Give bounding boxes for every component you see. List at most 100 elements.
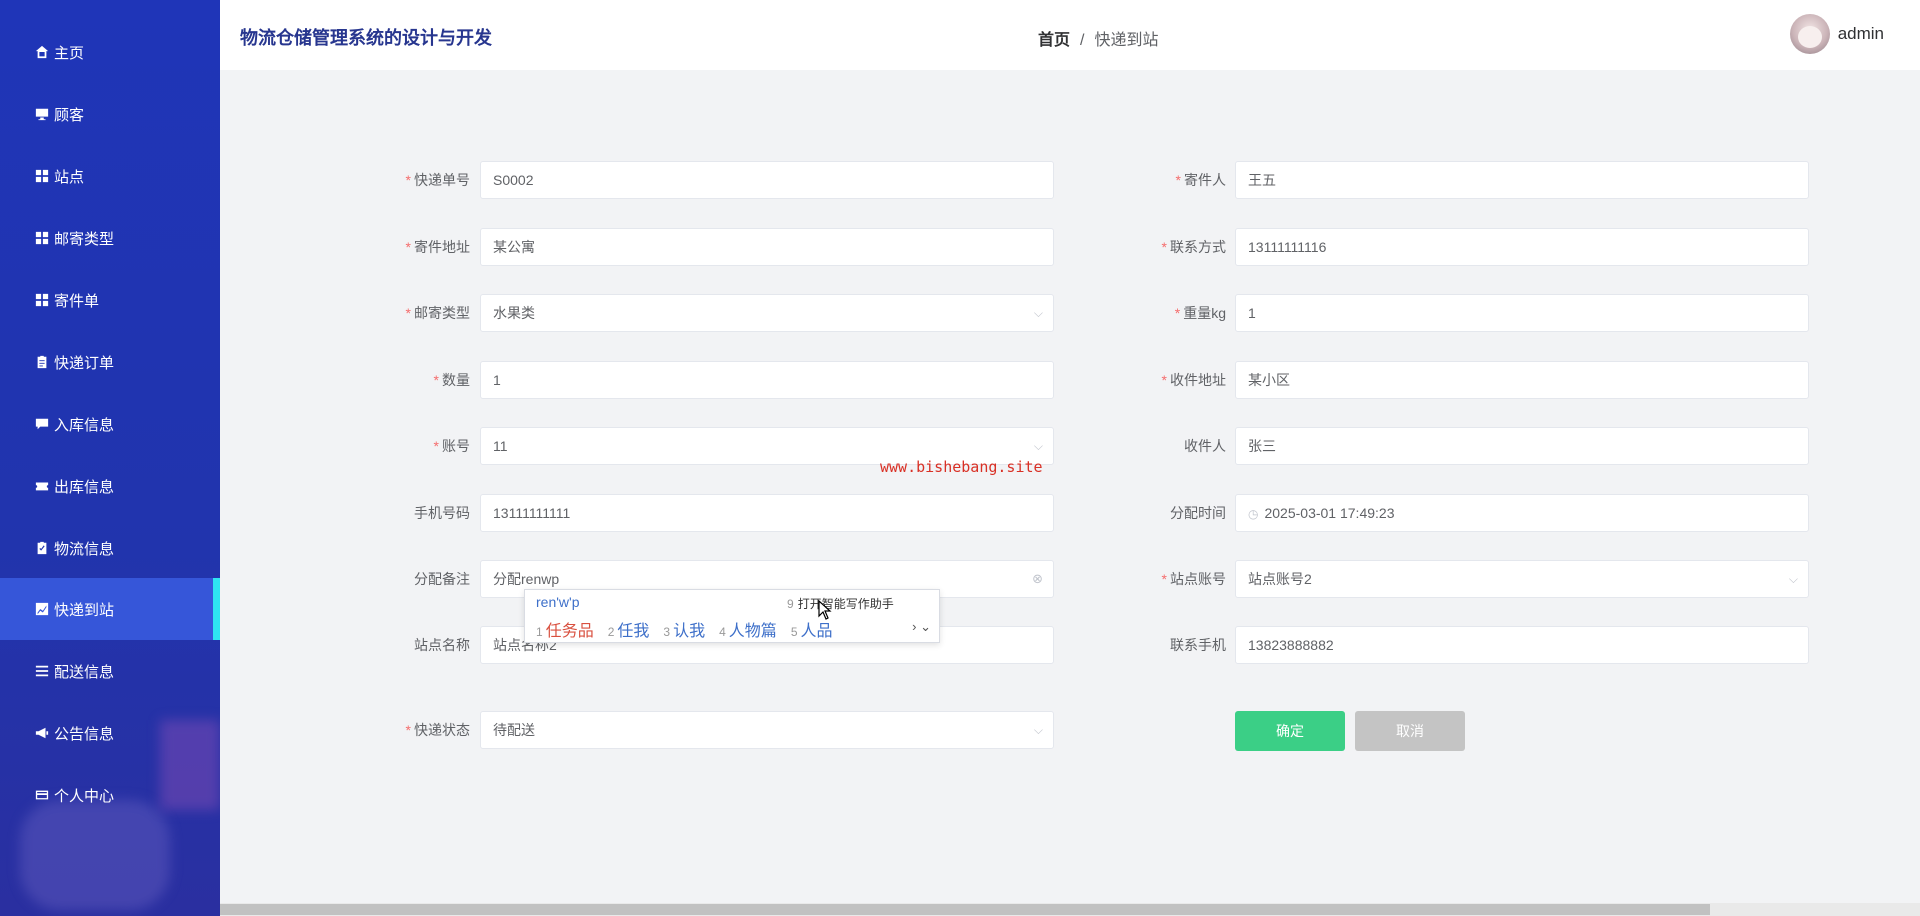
monitor-icon — [34, 106, 50, 122]
breadcrumb-home[interactable]: 首页 — [1038, 32, 1070, 49]
watermark: www.bishebang.site — [880, 458, 1043, 476]
sender-input[interactable]: 王五 — [1235, 161, 1809, 199]
weight-input[interactable]: 1 — [1235, 294, 1809, 332]
megaphone-icon — [34, 725, 50, 741]
required-mark: * — [405, 722, 411, 738]
sidebar-item-home[interactable]: 主页 — [0, 21, 220, 83]
ime-candidate[interactable]: 4 人物篇 — [719, 617, 777, 641]
confirm-button[interactable]: 确定 — [1235, 711, 1345, 751]
cancel-button[interactable]: 取消 — [1355, 711, 1465, 751]
phone-input[interactable]: 13111111111 — [480, 494, 1054, 532]
tracking-no-label: * 快递单号 — [405, 172, 470, 188]
mail-type-select[interactable]: 水果类 ⌵ — [480, 294, 1054, 332]
app-title: 物流仓储管理系统的设计与开发 — [240, 28, 492, 48]
required-mark: * — [1175, 172, 1181, 188]
sidebar: 主页 顾客 站点 邮寄类型 寄件单 快递订单 入库信息 出库信息 物流信息 快递… — [0, 0, 220, 916]
sidebar-item-notices[interactable]: 公告信息 — [0, 702, 220, 764]
sidebar-item-mail-types[interactable]: 邮寄类型 — [0, 207, 220, 269]
sidebar-item-profile[interactable]: 个人中心 — [0, 764, 220, 826]
required-mark: * — [405, 305, 411, 321]
weight-label: * 重量kg — [1174, 305, 1226, 321]
sidebar-item-label: 物流信息 — [54, 540, 115, 558]
sidebar-item-logistics[interactable]: 物流信息 — [0, 517, 220, 579]
sidebar-item-delivery[interactable]: 配送信息 — [0, 640, 220, 702]
card-icon — [34, 787, 50, 803]
breadcrumb: 首页 / 快递到站 — [1038, 26, 1158, 50]
sidebar-item-label: 配送信息 — [54, 663, 115, 681]
station-phone-label: 联系手机 — [1170, 637, 1226, 653]
horizontal-scrollbar[interactable] — [220, 903, 1920, 916]
station-account-select[interactable]: 站点账号2 ⌵ — [1235, 560, 1809, 598]
sidebar-item-inbound[interactable]: 入库信息 — [0, 393, 220, 455]
sidebar-item-orders[interactable]: 快递订单 — [0, 331, 220, 393]
grid-icon — [34, 292, 50, 308]
station-account-value: 站点账号2 — [1248, 571, 1312, 587]
required-mark: * — [1174, 305, 1181, 321]
grid-icon — [34, 230, 50, 246]
assign-note-value: 分配renwp — [493, 571, 560, 587]
avatar[interactable] — [1789, 14, 1830, 54]
clear-icon[interactable]: ⊗ — [1032, 561, 1043, 597]
required-mark: * — [405, 239, 411, 255]
chart-icon — [34, 601, 50, 617]
station-phone-input[interactable]: 13823888882 — [1235, 626, 1809, 664]
contact-label: * 联系方式 — [1161, 239, 1226, 255]
assign-time-picker[interactable]: ◷ 2025-03-01 17:49:23 — [1235, 494, 1809, 532]
sender-label: * 寄件人 — [1175, 172, 1226, 188]
chat-icon — [34, 416, 50, 432]
sidebar-item-customers[interactable]: 顾客 — [0, 83, 220, 145]
chevron-down-icon: ⌵ — [1033, 306, 1043, 320]
quantity-label: * 数量 — [433, 372, 470, 388]
contact-input[interactable]: 13111111116 — [1235, 228, 1809, 266]
home-icon — [34, 44, 50, 60]
station-account-label: * 站点账号 — [1161, 571, 1226, 587]
sender-address-input[interactable]: 某公寓 — [480, 228, 1054, 266]
mail-type-label: * 邮寄类型 — [405, 305, 470, 321]
ime-candidate[interactable]: 2 任我 — [608, 617, 650, 641]
chevron-down-icon: ⌵ — [1788, 572, 1798, 586]
assign-time-label: 分配时间 — [1170, 505, 1226, 521]
list-icon — [34, 663, 50, 679]
user-menu[interactable]: admin — [1789, 14, 1884, 54]
ime-candidate[interactable]: 5 人品 — [791, 617, 833, 641]
account-label: * 账号 — [433, 438, 470, 454]
receiver-label: 收件人 — [1184, 438, 1226, 454]
ime-candidate[interactable]: 1 任务品 — [536, 617, 594, 641]
ime-assistant-hint[interactable]: 9 打开智能写作助手 — [787, 595, 894, 612]
scrollbar-thumb[interactable] — [220, 904, 1710, 915]
breadcrumb-current: 快递到站 — [1094, 32, 1159, 49]
ime-page-arrows[interactable]: › ⌄ — [912, 619, 931, 635]
sidebar-item-stations[interactable]: 站点 — [0, 145, 220, 207]
sidebar-item-label: 公告信息 — [54, 725, 115, 743]
clock-icon: ◷ — [1248, 507, 1259, 521]
status-select[interactable]: 待配送 ⌵ — [480, 711, 1054, 749]
sidebar-item-arrivals[interactable]: 快递到站 — [0, 578, 220, 640]
receiver-address-input[interactable]: 某小区 — [1235, 361, 1809, 399]
ime-composition: ren'w'p — [536, 594, 580, 610]
username: admin — [1837, 24, 1884, 43]
sidebar-item-label: 快递订单 — [54, 354, 115, 372]
sidebar-item-label: 快递到站 — [54, 601, 115, 619]
sidebar-item-label: 邮寄类型 — [54, 230, 115, 248]
receiver-address-label: * 收件地址 — [1161, 372, 1226, 388]
account-value: 11 — [493, 438, 508, 454]
sender-address-label: * 寄件地址 — [405, 239, 470, 255]
required-mark: * — [405, 172, 411, 188]
chevron-down-icon: ⌵ — [1033, 723, 1043, 737]
checklist-icon — [34, 540, 50, 556]
sidebar-item-label: 顾客 — [54, 106, 85, 124]
sidebar-item-outbound[interactable]: 出库信息 — [0, 455, 220, 517]
phone-label: 手机号码 — [414, 505, 470, 521]
clipboard-icon — [34, 354, 50, 370]
assign-time-value: 2025-03-01 17:49:23 — [1264, 505, 1395, 521]
sidebar-item-shipments[interactable]: 寄件单 — [0, 269, 220, 331]
required-mark: * — [433, 438, 439, 454]
ime-candidate[interactable]: 3 认我 — [663, 617, 705, 641]
station-name-label: 站点名称 — [414, 637, 470, 653]
receiver-input[interactable]: 张三 — [1235, 427, 1809, 465]
required-mark: * — [1161, 372, 1167, 388]
sidebar-item-label: 个人中心 — [54, 787, 115, 805]
quantity-input[interactable]: 1 — [480, 361, 1054, 399]
tracking-no-input[interactable]: S0002 — [480, 161, 1054, 199]
mail-type-value: 水果类 — [493, 305, 535, 321]
